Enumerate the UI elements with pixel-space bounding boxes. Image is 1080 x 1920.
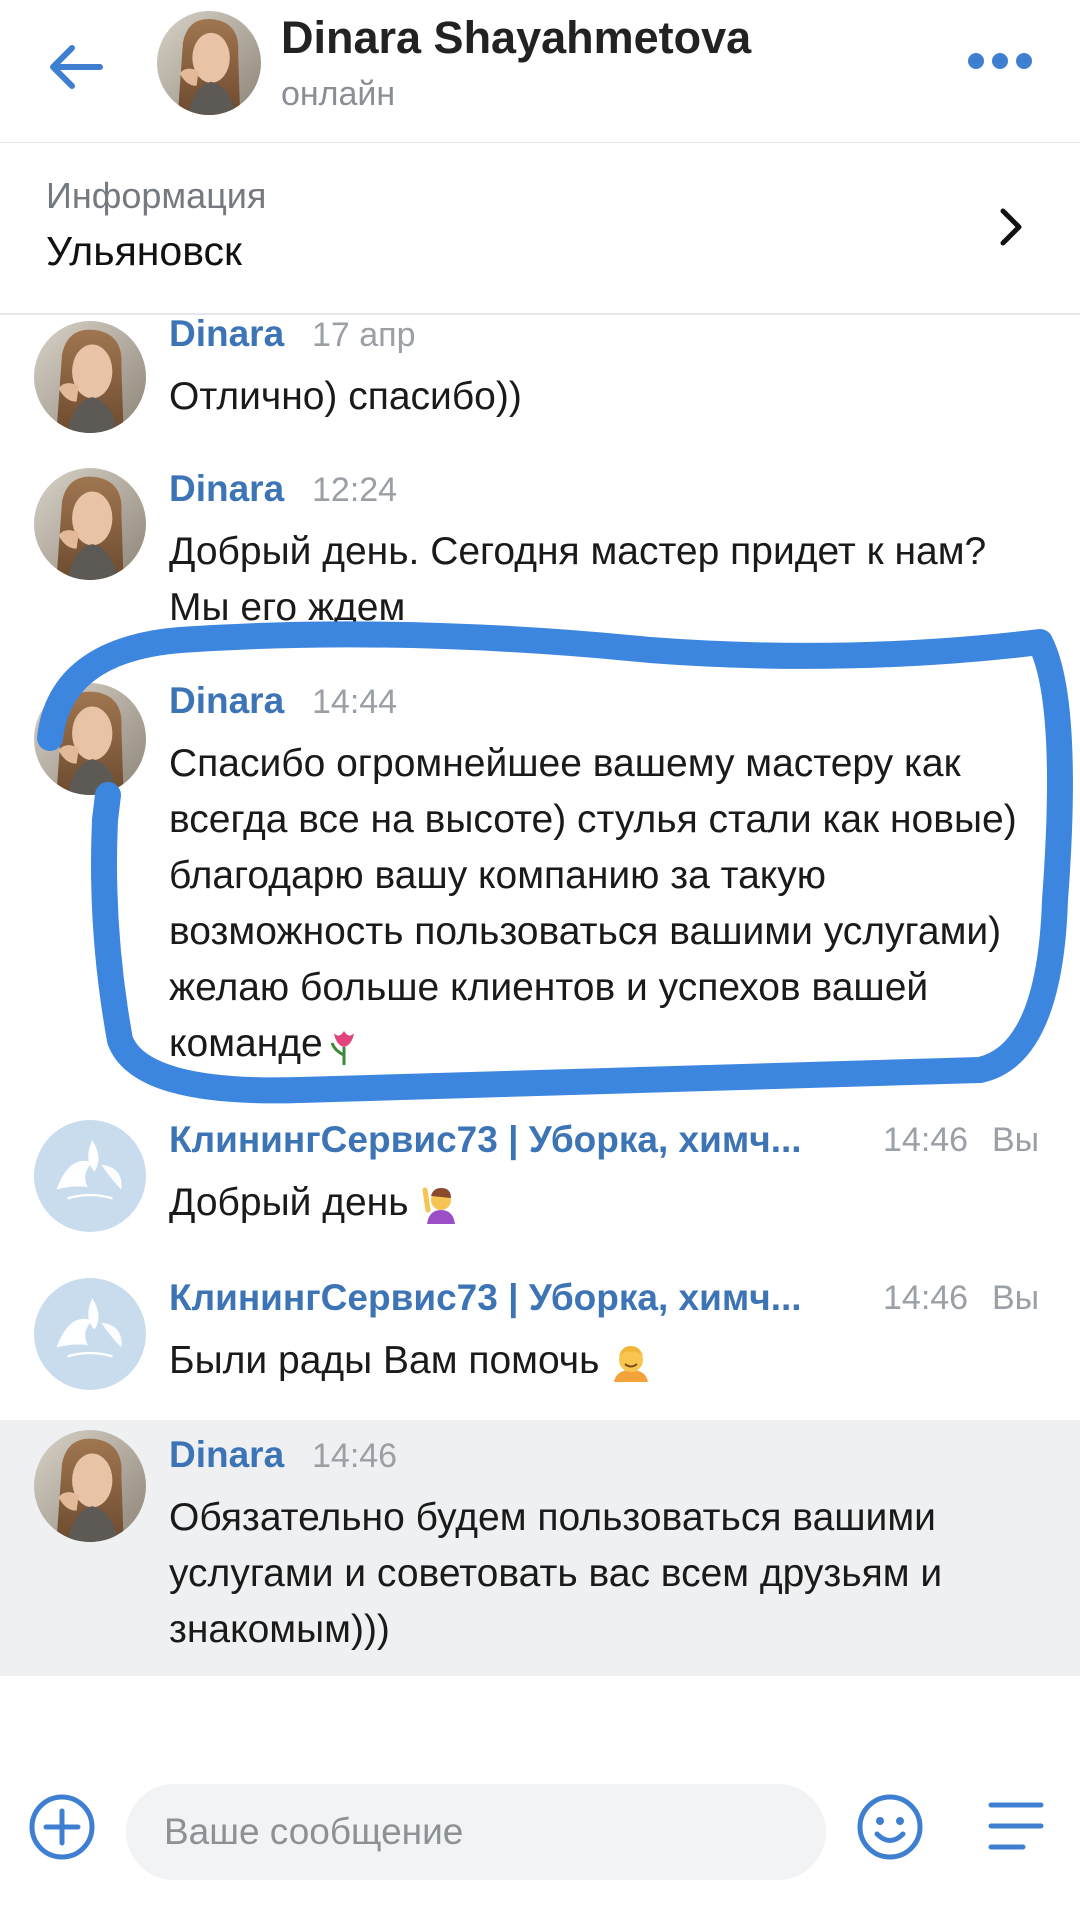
- smile-icon[interactable]: [856, 1793, 924, 1861]
- tulip-icon: [323, 1025, 365, 1067]
- info-value: Ульяновск: [46, 228, 242, 274]
- info-label: Информация: [46, 175, 267, 216]
- message-time: 14:46: [883, 1279, 969, 1317]
- sender-avatar[interactable]: [34, 1278, 146, 1390]
- sender-name[interactable]: КлинингСервис73 | Уборка, химч...: [169, 1277, 802, 1319]
- message-text: Были рады Вам помочь: [169, 1333, 1049, 1389]
- sender-avatar[interactable]: [34, 468, 146, 580]
- message-item[interactable]: Dinara 14:44 Спасибо огромнейшее вашему …: [0, 680, 1080, 1080]
- message-text: Добрый день. Сегодня мастер придет к нам…: [169, 530, 987, 629]
- message-item[interactable]: Dinara 14:46 Обязательно будем пользоват…: [0, 1420, 1080, 1676]
- contact-name[interactable]: Dinara Shayahmetova: [281, 12, 751, 64]
- message-time: 12:24: [312, 471, 398, 509]
- plus-icon[interactable]: [28, 1793, 96, 1861]
- sender-name[interactable]: Dinara: [169, 468, 284, 510]
- sender-avatar[interactable]: [34, 683, 146, 795]
- you-label: Вы: [992, 1279, 1040, 1317]
- message-time: 14:46: [312, 1437, 398, 1475]
- message-time: 17 апр: [312, 316, 416, 354]
- back-arrow-icon[interactable]: [40, 32, 110, 102]
- contact-avatar[interactable]: [157, 11, 261, 115]
- sender-name[interactable]: КлинингСервис73 | Уборка, химч...: [169, 1119, 802, 1161]
- raising-hand-icon: [419, 1184, 461, 1226]
- message-input[interactable]: [126, 1784, 826, 1880]
- you-label: Вы: [992, 1121, 1040, 1159]
- chevron-right-icon[interactable]: [995, 205, 1025, 254]
- sender-name[interactable]: Dinara: [169, 1434, 284, 1476]
- smiling-face-icon: [610, 1342, 652, 1384]
- sender-name[interactable]: Dinara: [169, 680, 284, 722]
- message-text: Отлично) спасибо)): [169, 375, 522, 418]
- sender-name[interactable]: Dinara: [169, 313, 284, 355]
- sender-avatar[interactable]: [34, 321, 146, 433]
- sender-avatar[interactable]: [34, 1430, 146, 1542]
- message-item[interactable]: Dinara 12:24 Добрый день. Сегодня мастер…: [0, 468, 1080, 638]
- message-item[interactable]: КлинингСервис73 | Уборка, химч... 14:46 …: [0, 1275, 1080, 1415]
- info-bar[interactable]: Информация Ульяновск: [0, 143, 1080, 315]
- message-time: 14:44: [312, 683, 398, 721]
- message-time: 14:46: [883, 1121, 969, 1159]
- sender-avatar[interactable]: [34, 1120, 146, 1232]
- menu-icon[interactable]: [985, 1797, 1047, 1855]
- message-text: Обязательно будем пользоваться вашими ус…: [169, 1496, 943, 1651]
- more-icon[interactable]: [968, 50, 1032, 74]
- message-text: Добрый день: [169, 1175, 1049, 1231]
- message-text: Спасибо огромнейшее вашему мастеру как в…: [169, 742, 1017, 1067]
- chat-header: Dinara Shayahmetova онлайн: [0, 0, 1080, 144]
- message-item[interactable]: Dinara 17 апр Отлично) спасибо)): [0, 313, 1080, 453]
- message-item[interactable]: КлинингСервис73 | Уборка, химч... 14:46 …: [0, 1117, 1080, 1257]
- contact-status: онлайн: [281, 75, 396, 113]
